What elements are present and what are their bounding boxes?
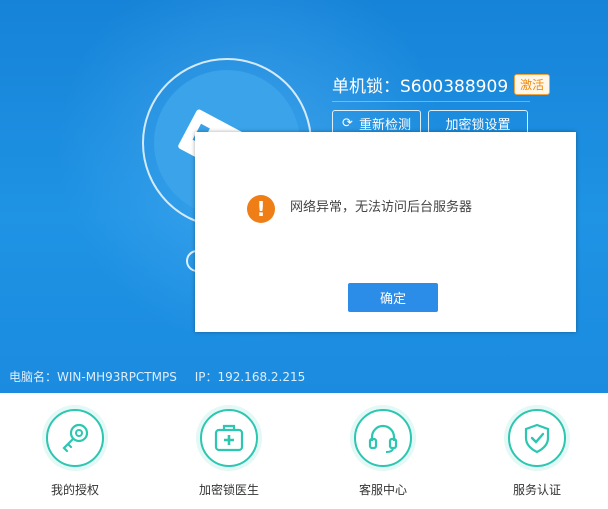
error-dialog: ! 网络异常，无法访问后台服务器 确定 (195, 132, 576, 332)
headset-icon (368, 424, 398, 453)
ok-button[interactable]: 确定 (348, 283, 438, 312)
shield-check-icon (524, 423, 550, 454)
shortcut-label: 我的授权 (50, 483, 99, 497)
activate-button[interactable]: 激活 (514, 74, 551, 95)
shortcut-label: 服务认证 (512, 483, 561, 497)
key-icon (62, 423, 89, 453)
computer-name: 电脑名：WIN-MH93RPCTMPS (9, 370, 177, 384)
warning-icon: ! (247, 195, 275, 223)
shortcut-service-center[interactable]: 客服中心 (328, 405, 438, 498)
ok-button-label: 确定 (379, 292, 406, 307)
shortcut-service-certification[interactable]: 服务认证 (482, 405, 592, 498)
divider (332, 101, 530, 102)
lock-settings-label: 加密锁设置 (445, 117, 511, 133)
redetect-label: 重新检测 (358, 117, 411, 133)
refresh-icon: ⟳ (342, 115, 353, 131)
lock-label: 单机锁：S600388909 (332, 77, 509, 97)
pc-info: 电脑名：WIN-MH93RPCTMPS IP：192.168.2.215 (9, 368, 305, 385)
medical-kit-icon (214, 424, 244, 452)
shortcut-label: 加密锁医生 (198, 483, 259, 497)
shortcut-dongle-doctor[interactable]: 加密锁医生 (174, 405, 284, 498)
shortcut-label: 客服中心 (358, 483, 407, 497)
shortcut-my-license[interactable]: 我的授权 (20, 405, 130, 498)
lock-info: 单机锁：S600388909 激活 (332, 72, 551, 97)
shortcut-bar: 我的授权 加密锁医生 客服中心 服务认证 (0, 393, 608, 509)
dialog-message: 网络异常，无法访问后台服务器 (290, 200, 473, 215)
ip-address: IP：192.168.2.215 (194, 370, 306, 384)
